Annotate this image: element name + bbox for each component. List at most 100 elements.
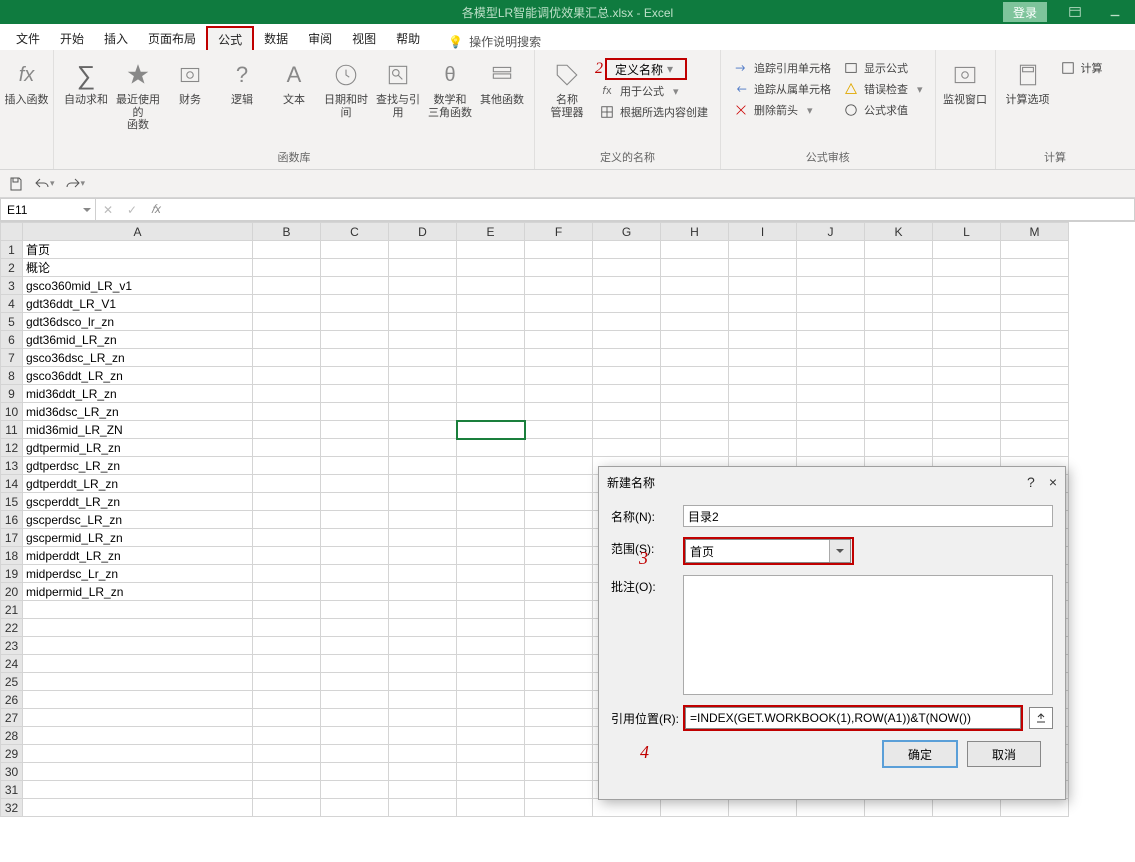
cell[interactable]: gscperdsc_LR_zn <box>23 511 253 529</box>
cell[interactable] <box>389 457 457 475</box>
cell[interactable] <box>389 439 457 457</box>
tab-insert[interactable]: 插入 <box>94 26 138 50</box>
cell[interactable] <box>389 277 457 295</box>
cell[interactable] <box>253 655 321 673</box>
cell[interactable] <box>253 331 321 349</box>
cell[interactable] <box>729 241 797 259</box>
cell[interactable] <box>253 637 321 655</box>
row-header[interactable]: 1 <box>1 241 23 259</box>
cell[interactable]: gdtperddt_LR_zn <box>23 475 253 493</box>
cell[interactable] <box>797 313 865 331</box>
cell[interactable] <box>321 781 389 799</box>
cell[interactable] <box>729 313 797 331</box>
cell[interactable] <box>525 259 593 277</box>
comment-textarea[interactable] <box>683 575 1053 695</box>
cell[interactable] <box>457 547 525 565</box>
cell[interactable] <box>593 277 661 295</box>
cell[interactable]: midperddt_LR_zn <box>23 547 253 565</box>
cell[interactable] <box>933 439 1001 457</box>
cell[interactable] <box>729 277 797 295</box>
cell[interactable] <box>797 259 865 277</box>
cell[interactable] <box>389 421 457 439</box>
cell[interactable] <box>865 403 933 421</box>
cell[interactable] <box>457 583 525 601</box>
cell[interactable] <box>321 259 389 277</box>
row-header[interactable]: 7 <box>1 349 23 367</box>
row-header[interactable]: 32 <box>1 799 23 817</box>
financial-button[interactable]: 财务 <box>166 56 214 109</box>
cell[interactable] <box>321 313 389 331</box>
insert-function-button[interactable]: fx 插入函数 <box>3 56 51 109</box>
cell[interactable] <box>389 529 457 547</box>
cell[interactable] <box>797 421 865 439</box>
cell[interactable] <box>865 385 933 403</box>
cell[interactable] <box>253 583 321 601</box>
name-box[interactable]: E11 <box>0 198 96 221</box>
cell[interactable] <box>389 601 457 619</box>
cell[interactable]: gsco36ddt_LR_zn <box>23 367 253 385</box>
cell[interactable] <box>1001 385 1069 403</box>
cell[interactable] <box>593 385 661 403</box>
tab-layout[interactable]: 页面布局 <box>138 26 206 50</box>
cell[interactable] <box>321 547 389 565</box>
cell[interactable] <box>389 349 457 367</box>
cell[interactable] <box>321 583 389 601</box>
cell[interactable] <box>23 799 253 817</box>
define-name-button[interactable]: 定义名称 ▾ <box>605 58 687 80</box>
row-header[interactable]: 14 <box>1 475 23 493</box>
cell[interactable] <box>525 727 593 745</box>
cell[interactable] <box>321 529 389 547</box>
cell[interactable] <box>1001 367 1069 385</box>
cell[interactable] <box>253 349 321 367</box>
cell[interactable] <box>457 763 525 781</box>
row-header[interactable]: 6 <box>1 331 23 349</box>
cell[interactable] <box>661 439 729 457</box>
cell[interactable] <box>253 763 321 781</box>
cell[interactable] <box>321 709 389 727</box>
cell[interactable] <box>457 331 525 349</box>
column-header[interactable]: L <box>933 223 1001 241</box>
cell[interactable] <box>389 763 457 781</box>
cell[interactable] <box>661 259 729 277</box>
cell[interactable] <box>661 385 729 403</box>
tab-file[interactable]: 文件 <box>6 26 50 50</box>
column-header[interactable]: C <box>321 223 389 241</box>
column-header[interactable]: J <box>797 223 865 241</box>
cell[interactable] <box>525 799 593 817</box>
cell[interactable] <box>253 421 321 439</box>
cell[interactable] <box>253 475 321 493</box>
cell[interactable] <box>253 619 321 637</box>
cell[interactable] <box>525 277 593 295</box>
cell[interactable] <box>457 385 525 403</box>
cell[interactable] <box>525 385 593 403</box>
cell[interactable] <box>389 313 457 331</box>
login-button[interactable]: 登录 <box>1003 2 1047 22</box>
tab-formulas[interactable]: 公式 <box>206 26 254 50</box>
cell[interactable] <box>321 655 389 673</box>
cell[interactable] <box>1001 421 1069 439</box>
cell[interactable] <box>321 421 389 439</box>
cell[interactable] <box>389 403 457 421</box>
cell[interactable] <box>389 475 457 493</box>
cell[interactable] <box>321 727 389 745</box>
cell[interactable] <box>457 403 525 421</box>
cell[interactable] <box>729 259 797 277</box>
cancel-button[interactable]: 取消 <box>967 741 1041 767</box>
cell[interactable] <box>253 493 321 511</box>
cell[interactable] <box>525 673 593 691</box>
cell[interactable] <box>525 313 593 331</box>
column-header[interactable]: E <box>457 223 525 241</box>
row-header[interactable]: 4 <box>1 295 23 313</box>
cell[interactable] <box>389 655 457 673</box>
cell[interactable] <box>253 439 321 457</box>
cell[interactable] <box>253 709 321 727</box>
cell[interactable] <box>797 799 865 817</box>
cell[interactable] <box>457 709 525 727</box>
cell[interactable] <box>525 691 593 709</box>
redo-icon[interactable]: ▾ <box>65 176 86 192</box>
row-header[interactable]: 15 <box>1 493 23 511</box>
row-header[interactable]: 3 <box>1 277 23 295</box>
cell[interactable] <box>797 367 865 385</box>
cell[interactable] <box>457 673 525 691</box>
cell[interactable] <box>457 493 525 511</box>
